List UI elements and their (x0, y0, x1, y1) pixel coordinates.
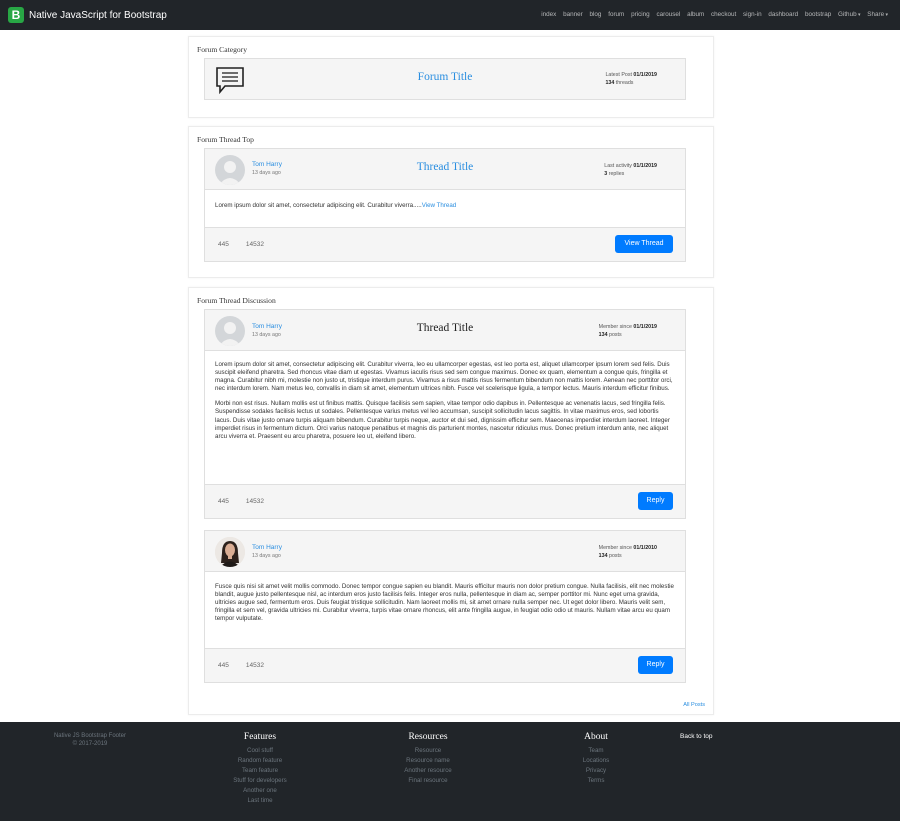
member-meta: Member since 01/1/2019 134 posts (598, 324, 657, 338)
footer-link[interactable]: Cool stuff (210, 746, 310, 756)
nav-dropdown-share[interactable]: Share (867, 11, 888, 18)
footer-link[interactable]: Random feature (210, 756, 310, 766)
footer-link[interactable]: Terms (546, 776, 646, 786)
nav-link-pricing[interactable]: pricing (631, 11, 650, 18)
user-photo-icon (215, 537, 245, 567)
thread-meta: Last activity 01/1/2019 3 replies (604, 163, 657, 177)
nav-link-index[interactable]: index (541, 11, 556, 18)
footer-link[interactable]: Another one (210, 786, 310, 796)
footer-features: Features Cool stuff Random feature Team … (210, 732, 310, 806)
footer-link[interactable]: Stuff for developers (210, 776, 310, 786)
footer-link[interactable]: Locations (546, 756, 646, 766)
footer-link[interactable]: Resource name (378, 756, 478, 766)
post-footer: 445 14532 Reply (205, 648, 685, 682)
nav-link-blog[interactable]: blog (590, 11, 602, 18)
footer-link[interactable]: Another resource (378, 766, 478, 776)
nav-link-sign-in[interactable]: sign-in (743, 11, 762, 18)
footer-copyright: © 2017-2019 (72, 741, 108, 747)
footer-about: About Team Locations Privacy Terms (546, 732, 646, 786)
brand-name: Native JavaScript for Bootstrap (29, 9, 167, 21)
nav-link-album[interactable]: album (687, 11, 704, 18)
reply-button[interactable]: Reply (638, 656, 673, 674)
thread-card: Tom Harry 13 days ago Thread Title Last … (204, 148, 686, 262)
forum-category-panel: Forum Category Forum Title Latest Post 0… (188, 36, 714, 118)
nav-dropdown-github[interactable]: Github (838, 11, 860, 18)
post-counts: 445 14532 (218, 662, 264, 669)
post-time: 13 days ago (252, 553, 281, 559)
footer-brand-name: Native JS Bootstrap Footer (53, 733, 127, 739)
view-thread-link[interactable]: View Thread (422, 202, 457, 209)
post-paragraph: Morbi non est risus. Nullam mollis est u… (215, 400, 670, 440)
post-body: Fusce quis nisi sit amet velit mollis co… (215, 583, 675, 623)
post-body: Lorem ipsum dolor sit amet, consectetur … (215, 361, 675, 441)
thread-card-header: Tom Harry 13 days ago Thread Title Last … (205, 149, 685, 190)
nav-link-dashboard[interactable]: dashboard (768, 11, 798, 18)
thread-card-footer: 445 14532 View Thread (205, 227, 685, 261)
nav-link-bootstrap[interactable]: bootstrap (805, 11, 831, 18)
discussion-post: Tom Harry 13 days ago Thread Title Membe… (204, 309, 686, 519)
footer-link[interactable]: Last time (210, 796, 310, 806)
footer-brand: Native JS Bootstrap Footer © 2017-2019 (40, 732, 140, 748)
post-header: Tom Harry 13 days ago Thread Title Membe… (205, 310, 685, 351)
category-card[interactable]: Forum Title Latest Post 01/1/2019 134 th… (204, 58, 686, 100)
avatar (215, 537, 245, 567)
top-navbar: B Native JavaScript for Bootstrap index … (0, 0, 900, 30)
brand[interactable]: B Native JavaScript for Bootstrap (8, 7, 167, 23)
view-thread-button[interactable]: View Thread (615, 235, 673, 253)
thread-excerpt: Lorem ipsum dolor sit amet, consectetur … (215, 202, 457, 209)
section-title: Forum Thread Discussion (197, 296, 276, 305)
user-name[interactable]: Tom Harry (252, 544, 282, 551)
nav-links: index banner blog forum pricing carousel… (534, 11, 888, 18)
footer-heading: Features (243, 732, 277, 742)
footer-link[interactable]: Team (546, 746, 646, 756)
bootstrap-logo-icon: B (8, 7, 24, 23)
reply-button[interactable]: Reply (638, 492, 673, 510)
discussion-post: Tom Harry 13 days ago Member since 01/1/… (204, 530, 686, 683)
section-title: Forum Category (197, 45, 247, 54)
post-paragraph: Fusce quis nisi sit amet velit mollis co… (215, 583, 674, 623)
footer-link[interactable]: Resource (378, 746, 478, 756)
nav-link-forum[interactable]: forum (608, 11, 624, 18)
post-paragraph: Lorem ipsum dolor sit amet, consectetur … (215, 361, 673, 393)
thread-counts: 445 14532 (218, 241, 264, 248)
post-footer: 445 14532 Reply (205, 484, 685, 518)
footer-link[interactable]: Privacy (546, 766, 646, 776)
forum-thread-top-panel: Forum Thread Top Tom Harry 13 days ago T… (188, 126, 714, 278)
category-meta: Latest Post 01/1/2019 134 threads (605, 72, 657, 86)
footer-heading: Resources (408, 732, 448, 742)
forum-discussion-panel: Forum Thread Discussion Tom Harry 13 day… (188, 287, 714, 715)
post-header: Tom Harry 13 days ago Member since 01/1/… (205, 531, 685, 572)
footer-resources: Resources Resource Resource name Another… (378, 732, 478, 786)
nav-link-checkout[interactable]: checkout (711, 11, 736, 18)
all-posts-link[interactable]: All Posts (683, 702, 705, 708)
section-title: Forum Thread Top (197, 135, 254, 144)
footer-heading: About (584, 732, 608, 742)
back-to-top-link[interactable]: Back to top (680, 733, 713, 740)
footer-link[interactable]: Team feature (210, 766, 310, 776)
nav-link-carousel[interactable]: carousel (656, 11, 680, 18)
footer: Native JS Bootstrap Footer © 2017-2019 F… (0, 722, 900, 821)
footer-link[interactable]: Final resource (378, 776, 478, 786)
post-counts: 445 14532 (218, 498, 264, 505)
nav-link-banner[interactable]: banner (563, 11, 583, 18)
member-meta: Member since 01/1/2010 134 posts (598, 545, 657, 559)
